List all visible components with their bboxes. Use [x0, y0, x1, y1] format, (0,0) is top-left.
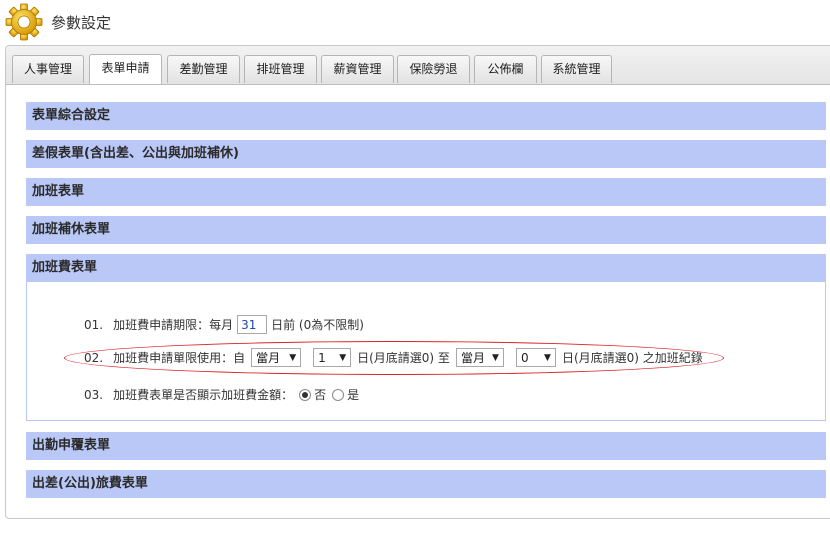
radio-label-no: 否: [314, 388, 327, 402]
tab-bar: 人事管理 表單申請 差勤管理 排班管理 薪資管理 保險勞退 公佈欄 系統管理: [6, 46, 830, 85]
section-attendance-appeal-form[interactable]: 出勤申覆表單: [26, 432, 826, 460]
select-value: 當月: [256, 351, 281, 365]
chevron-down-icon: ▼: [544, 352, 551, 363]
tab-payroll[interactable]: 薪資管理: [321, 55, 394, 83]
show-amount-no-radio[interactable]: [299, 388, 312, 401]
section-overtime-comp-form[interactable]: 加班補休表單: [26, 216, 826, 244]
select-value: 0: [520, 350, 529, 365]
section-overtime-form[interactable]: 加班表單: [26, 178, 826, 206]
page-header: 參數設定: [0, 0, 830, 44]
to-day-select[interactable]: 0 ▼: [515, 348, 556, 367]
tab-form-application[interactable]: 表單申請: [89, 54, 162, 84]
chevron-down-icon: ▼: [492, 352, 499, 363]
from-month-select[interactable]: 當月 ▼: [251, 348, 302, 367]
show-amount-yes-radio[interactable]: [332, 388, 345, 401]
tab-insurance[interactable]: 保險勞退: [397, 55, 470, 83]
row-label: 加班費申請單限使用：自: [113, 351, 246, 365]
select-value: 1: [318, 350, 326, 365]
deadline-day-input[interactable]: [237, 315, 268, 334]
page-title: 參數設定: [51, 14, 112, 32]
row-label: 加班費申請期限：每月: [113, 318, 234, 332]
section-travel-expense-form[interactable]: 出差(公出)旅費表單: [26, 470, 826, 498]
setting-row-01: 01. 加班費申請期限：每月 日前 (0為不限制): [84, 315, 364, 334]
tab-system[interactable]: 系統管理: [541, 55, 612, 83]
section-leave-form[interactable]: 差假表單(含出差、公出與加班補休): [26, 140, 826, 168]
to-day-suffix: 日(月底請選0) 之加班紀錄: [561, 351, 703, 365]
select-value: 當月: [460, 351, 485, 365]
from-day-suffix: 日(月底請選0) 至: [357, 351, 450, 365]
tab-bulletin[interactable]: 公佈欄: [474, 55, 537, 83]
setting-row-03: 03. 加班費表單是否顯示加班費金額： 否 是: [84, 386, 359, 403]
row-suffix: 日前 (0為不限制): [271, 318, 364, 332]
to-month-select[interactable]: 當月 ▼: [455, 348, 504, 367]
from-day-select[interactable]: 1 ▼: [313, 348, 352, 367]
row-label: 加班費表單是否顯示加班費金額：: [113, 388, 294, 402]
tab-hr[interactable]: 人事管理: [12, 55, 84, 83]
setting-row-02: 02. 加班費申請單限使用：自 當月 ▼ 1 ▼ 日(月底請選0) 至 當月 ▼…: [84, 348, 703, 367]
tab-scheduling[interactable]: 排班管理: [244, 55, 317, 83]
row-number: 02.: [84, 350, 104, 365]
row-number: 03.: [84, 387, 104, 402]
row-number: 01.: [84, 317, 104, 332]
section-form-general[interactable]: 表單綜合設定: [26, 102, 826, 130]
gear-icon: [5, 3, 43, 41]
chevron-down-icon: ▼: [289, 352, 297, 363]
section-overtime-pay-form[interactable]: 加班費表單: [26, 254, 826, 282]
tab-attendance[interactable]: 差勤管理: [167, 55, 240, 83]
radio-label-yes: 是: [347, 388, 360, 402]
chevron-down-icon: ▼: [339, 352, 347, 363]
